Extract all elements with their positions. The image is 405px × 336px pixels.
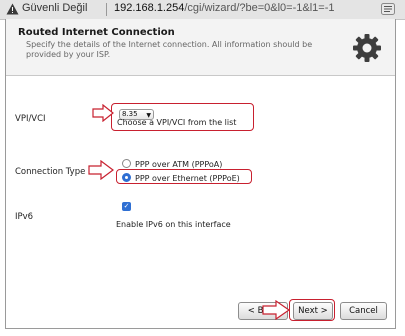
arrow-icon <box>92 104 114 122</box>
reader-icon[interactable] <box>381 3 395 15</box>
radio-pppoa[interactable]: PPP over ATM (PPPoA) <box>122 159 222 169</box>
warning-triangle-icon <box>6 3 19 15</box>
radio-label-pppoa: PPP over ATM (PPPoA) <box>135 160 223 169</box>
url-path: /cgi/wizard/?be=0&l0=-1&l1=-1 <box>184 2 335 14</box>
radio-button[interactable] <box>122 159 131 168</box>
pppoe-highlight <box>116 169 252 184</box>
url-field[interactable]: 192.168.1.254/cgi/wizard/?be=0&l0=-1&l1=… <box>114 2 334 14</box>
separator <box>106 3 107 16</box>
arrow-icon <box>88 160 114 180</box>
ipv6-checkbox[interactable]: ✓ <box>122 202 131 211</box>
gear-icon <box>353 34 381 62</box>
page-subtitle: Specify the details of the Internet conn… <box>26 40 313 59</box>
next-highlight <box>289 299 335 321</box>
url-host: 192.168.1.254 <box>114 2 185 14</box>
vpi-highlight <box>111 103 254 131</box>
ipv6-label: IPv6 <box>15 212 34 222</box>
connection-type-label: Connection Type <box>15 167 86 177</box>
page-title: Routed Internet Connection <box>18 27 175 38</box>
address-bar: Güvenli Değil 192.168.1.254/cgi/wizard/?… <box>0 0 405 20</box>
arrow-icon <box>262 300 290 320</box>
cancel-button[interactable]: Cancel <box>340 302 387 320</box>
vpi-label: VPI/VCI <box>15 114 46 124</box>
wizard-window: Routed Internet Connection Specify the d… <box>5 19 396 329</box>
ipv6-text: Enable IPv6 on this interface <box>116 220 231 229</box>
wizard-header: Routed Internet Connection Specify the d… <box>6 19 395 76</box>
security-label: Güvenli Değil <box>22 2 88 14</box>
